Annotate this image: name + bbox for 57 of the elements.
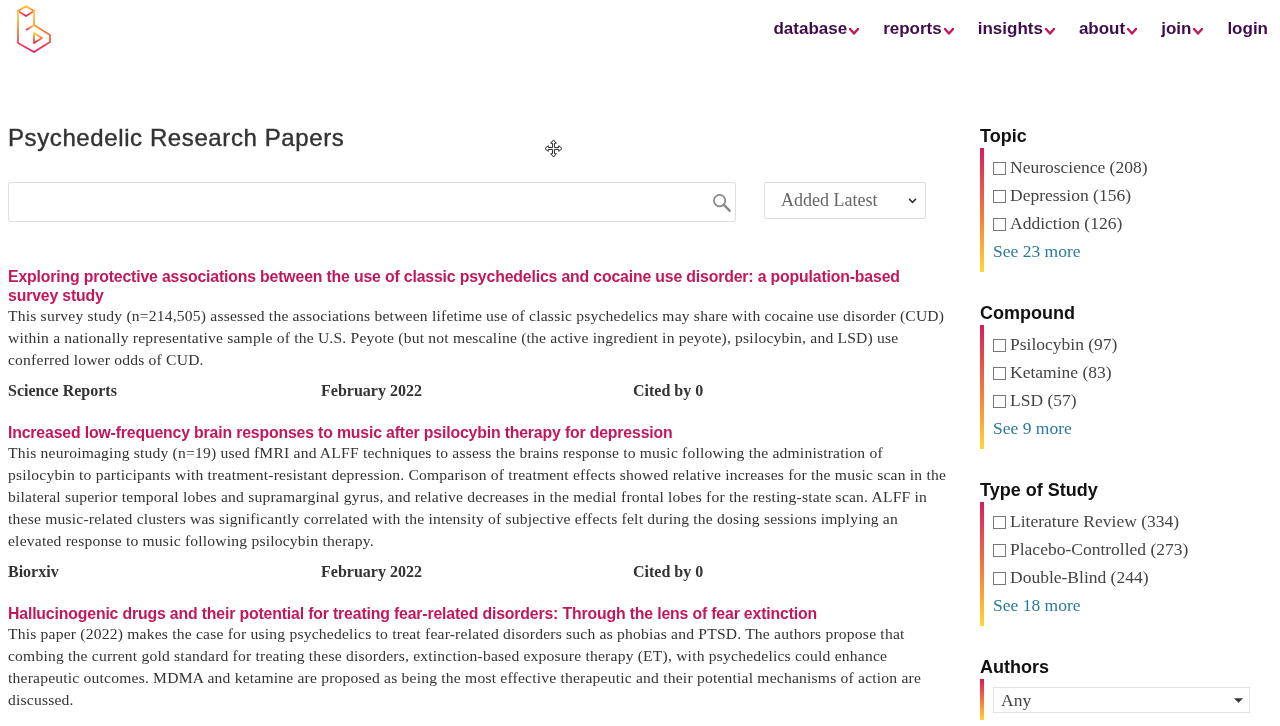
checkbox[interactable] <box>993 543 1006 557</box>
search-field[interactable] <box>8 182 736 222</box>
filter-option-label[interactable]: Double-Blind (244) <box>1010 566 1149 588</box>
filter-option-label[interactable]: Neuroscience (208) <box>1010 156 1148 178</box>
filter-option-label[interactable]: Psilocybin (97) <box>1010 333 1118 355</box>
logo-icon[interactable] <box>17 4 51 54</box>
checkbox[interactable] <box>993 161 1006 175</box>
paper-title-link[interactable]: Hallucinogenic drugs and their potential for treating fear-related disorders: Through the lens of fear extinction <box>8 604 952 623</box>
filter-option-label[interactable]: LSD (57) <box>1010 389 1077 411</box>
chevron-icon <box>908 197 917 204</box>
nav-link[interactable]: join <box>1161 18 1204 40</box>
checkbox[interactable] <box>993 571 1006 585</box>
paper-summary: This neuroimaging study (n=19) used fMRI and ALFF techniques to assess the brains response to music following the administration of psilocybin to participants with treatment-resistant depression. Comparison of treatment effects showed relative increases for the music scan in the bilateral superior temporal lobes and supramarginal gyrus, and relative decreases in the medial frontal lobes for the resting-state scan. ALFF in these music-related clusters was significantly correlated with the intensity of subjective effects felt during the dosing sessions implying an elevated response to music following psilocybin therapy. <box>8 443 948 551</box>
authors-select[interactable]: Any <box>993 687 1250 713</box>
checkbox[interactable] <box>993 217 1006 231</box>
publication-date: February 2022 <box>321 381 422 401</box>
nav-link[interactable]: reports <box>883 18 954 40</box>
nav-link[interactable]: insights <box>977 18 1055 40</box>
nav-link[interactable]: database <box>773 18 860 40</box>
filter-option-label[interactable]: Literature Review (334) <box>1010 510 1180 532</box>
checkbox[interactable] <box>993 394 1006 408</box>
filter-heading: Topic <box>980 125 1028 147</box>
page-title: Psychedelic Research Papers <box>8 123 345 153</box>
publication-date: February 2022 <box>321 562 422 582</box>
journal-name: Science Reports <box>8 381 117 401</box>
checkbox[interactable] <box>993 515 1006 529</box>
filter-option-label[interactable]: Addiction (126) <box>1010 212 1123 234</box>
caret-icon <box>1234 697 1243 703</box>
paper-summary: This paper (2022) makes the case for using psychedelics to treat fear-related disorders such as phobias and PTSD. The authors propose that combing the current gold standard for treating these disorders, extinction-based exposure therapy (ET), with psychedelics could enhance therapeutic outcomes. MDMA and ketamine are proposed as being the most effective therapeutic and their potential mechanisms of action are discussed. <box>8 624 923 710</box>
filter-heading: Type of Study <box>980 479 1099 501</box>
filter-heading: Authors <box>980 656 1050 678</box>
citation-count: Cited by 0 <box>633 562 704 582</box>
caret-icon <box>849 28 860 35</box>
see-more-link[interactable]: See 18 more <box>993 591 1081 619</box>
filter-heading: Compound <box>980 302 1076 324</box>
caret-icon <box>1193 28 1204 35</box>
checkbox[interactable] <box>993 366 1006 380</box>
paper-summary: This survey study (n=214,505) assessed the associations between lifetime use of classic psychedelics may share with cocaine use disorder (CUD) within a nationally representative sample of the U.S. Peyote (but not mescaline (the active ingredient in peyote), psilocybin, and LSD) use conferred lower odds of CUD. <box>8 306 946 370</box>
see-more-link[interactable]: See 9 more <box>993 414 1072 442</box>
search-icon[interactable] <box>712 192 731 212</box>
nav-link[interactable]: login <box>1227 18 1268 40</box>
filter-option-label[interactable]: Ketamine (83) <box>1010 361 1112 383</box>
nav-link[interactable]: about <box>1078 18 1138 40</box>
checkbox[interactable] <box>993 189 1006 203</box>
paper-title-link[interactable]: Exploring protective associations between the use of classic psychedelics and cocaine use disorder: a population-based survey study <box>8 267 952 305</box>
citation-count: Cited by 0 <box>633 381 704 401</box>
caret-icon <box>943 28 954 35</box>
checkbox[interactable] <box>993 338 1006 352</box>
caret-icon <box>1127 28 1138 35</box>
move-cursor-icon <box>544 139 563 158</box>
see-more-link[interactable]: See 23 more <box>993 237 1081 265</box>
paper-title-link[interactable]: Increased low-frequency brain responses to music after psilocybin therapy for depression <box>8 423 952 442</box>
sort-select[interactable]: Added Latest <box>764 182 926 219</box>
caret-icon <box>1044 28 1055 35</box>
filter-option-label[interactable]: Depression (156) <box>1010 184 1131 206</box>
filter-option-label[interactable]: Placebo-Controlled (273) <box>1010 538 1189 560</box>
journal-name: Biorxiv <box>8 562 59 582</box>
